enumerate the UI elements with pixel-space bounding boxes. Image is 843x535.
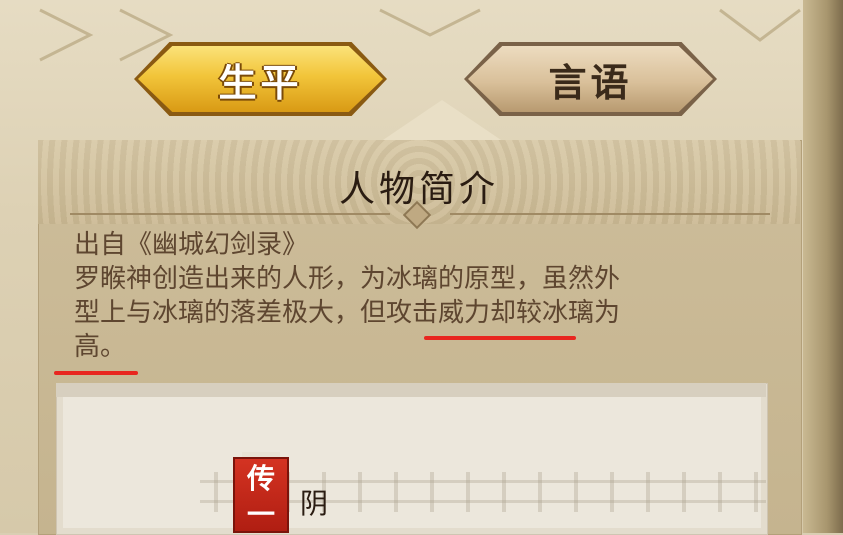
character-name: 阴 [300, 487, 329, 520]
tab-biography-label: 生平 [218, 59, 303, 105]
tab-biography[interactable]: 生平 [138, 46, 383, 112]
description-line: 型上与冰璃的落差极大，但攻击威力却较冰璃为 [74, 298, 621, 328]
description-line: 高。 [74, 332, 127, 362]
tab-quotes-label: 言语 [548, 59, 633, 105]
title-divider-left [70, 213, 390, 215]
tab-pointer [380, 100, 504, 142]
description-line: 罗睺神创造出来的人形，为冰璃的原型，虽然外 [74, 264, 621, 294]
rarity-badge: 传 一 [233, 457, 289, 533]
character-detail-panel [56, 383, 768, 535]
detail-panel-header-bar [56, 383, 766, 397]
annotation-underline [424, 336, 576, 340]
scroll-edge [803, 0, 843, 533]
profile-description: 出自《幽城幻剑录》 罗睺神创造出来的人形，为冰璃的原型，虽然外 型上与冰璃的落差… [74, 228, 774, 364]
badge-char: 一 [246, 498, 275, 531]
badge-char: 传 [246, 462, 275, 495]
annotation-underline [54, 371, 138, 375]
description-line: 出自《幽城幻剑录》 [74, 230, 309, 260]
tab-quotes[interactable]: 言语 [468, 46, 713, 112]
title-divider-right [450, 213, 770, 215]
